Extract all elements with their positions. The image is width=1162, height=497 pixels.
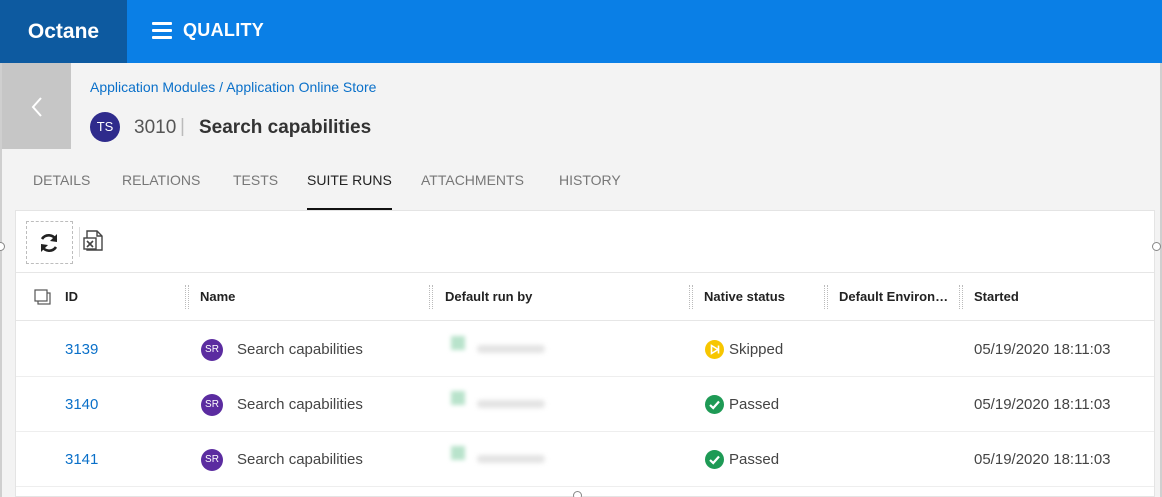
column-header-native-status[interactable]: Native status (704, 273, 785, 321)
resize-handle-bottom[interactable] (573, 491, 582, 497)
tab-suite-runs[interactable]: SUITE RUNS (307, 165, 392, 211)
redacted-user (441, 377, 566, 432)
suite-run-badge: SR (201, 449, 223, 471)
tab-history[interactable]: HISTORY (559, 165, 621, 211)
table-row[interactable]: 3139 SR Search capabilities Skipped 05/1… (16, 322, 1154, 377)
run-id-link[interactable]: 3140 (65, 377, 98, 432)
suite-run-badge: SR (201, 339, 223, 361)
hamburger-menu-icon[interactable] (152, 22, 172, 39)
column-header-id[interactable]: ID (65, 273, 78, 321)
export-excel-icon[interactable] (83, 229, 105, 253)
redacted-user (441, 322, 566, 377)
title-separator: | (180, 116, 185, 137)
table-row[interactable]: 3141 SR Search capabilities Passed 05/19… (16, 432, 1154, 487)
run-name[interactable]: Search capabilities (237, 432, 363, 487)
suite-run-badge: SR (201, 394, 223, 416)
run-name[interactable]: Search capabilities (237, 377, 363, 432)
entity-id: 3010 (134, 117, 177, 138)
column-resizer[interactable] (959, 285, 963, 309)
passed-icon (705, 395, 724, 414)
toolbar-divider (79, 227, 80, 257)
grid-toolbar (16, 211, 1154, 273)
run-name[interactable]: Search capabilities (237, 322, 363, 377)
tab-attachments[interactable]: ATTACHMENTS (421, 165, 524, 211)
skipped-icon (705, 340, 724, 359)
native-status: Passed (729, 396, 780, 413)
column-header-started[interactable]: Started (974, 273, 1019, 321)
column-resizer[interactable] (689, 285, 693, 309)
top-bar: Octane QUALITY (0, 0, 1162, 63)
redacted-user (441, 432, 566, 487)
native-status: Passed (729, 451, 780, 468)
module-title[interactable]: QUALITY (183, 0, 264, 61)
resize-handle-right[interactable] (1152, 242, 1161, 251)
column-header-default-run-by[interactable]: Default run by (445, 273, 532, 321)
run-id-link[interactable]: 3141 (65, 432, 98, 487)
column-resizer[interactable] (824, 285, 828, 309)
native-status: Skipped (729, 341, 784, 358)
tab-details[interactable]: DETAILS (33, 165, 90, 211)
brand-logo[interactable]: Octane (0, 0, 127, 63)
entity-name[interactable]: Search capabilities (199, 117, 371, 139)
tab-relations[interactable]: RELATIONS (122, 165, 200, 211)
refresh-button[interactable] (26, 221, 73, 264)
back-button[interactable] (2, 63, 71, 149)
column-resizer[interactable] (429, 285, 433, 309)
suite-runs-panel: ID Name Default run by Native status Def… (15, 210, 1155, 497)
started-time: 05/19/2020 18:11:03 (974, 396, 1111, 413)
started-time: 05/19/2020 18:11:03 (974, 451, 1111, 468)
select-all-checkbox-icon[interactable] (34, 289, 52, 305)
table-row[interactable]: 3140 SR Search capabilities Passed 05/19… (16, 377, 1154, 432)
chevron-left-icon (31, 97, 42, 117)
run-id-link[interactable]: 3139 (65, 322, 98, 377)
passed-icon (705, 450, 724, 469)
started-time: 05/19/2020 18:11:03 (974, 341, 1111, 358)
column-resizer[interactable] (185, 285, 189, 309)
column-header-name[interactable]: Name (200, 273, 235, 321)
grid-header: ID Name Default run by Native status Def… (16, 273, 1154, 321)
tab-tests[interactable]: TESTS (233, 165, 278, 211)
refresh-icon (40, 234, 58, 252)
breadcrumb[interactable]: Application Modules / Application Online… (90, 79, 376, 95)
entity-type-badge: TS (90, 112, 120, 142)
column-header-default-environment[interactable]: Default Environ… (839, 273, 948, 321)
